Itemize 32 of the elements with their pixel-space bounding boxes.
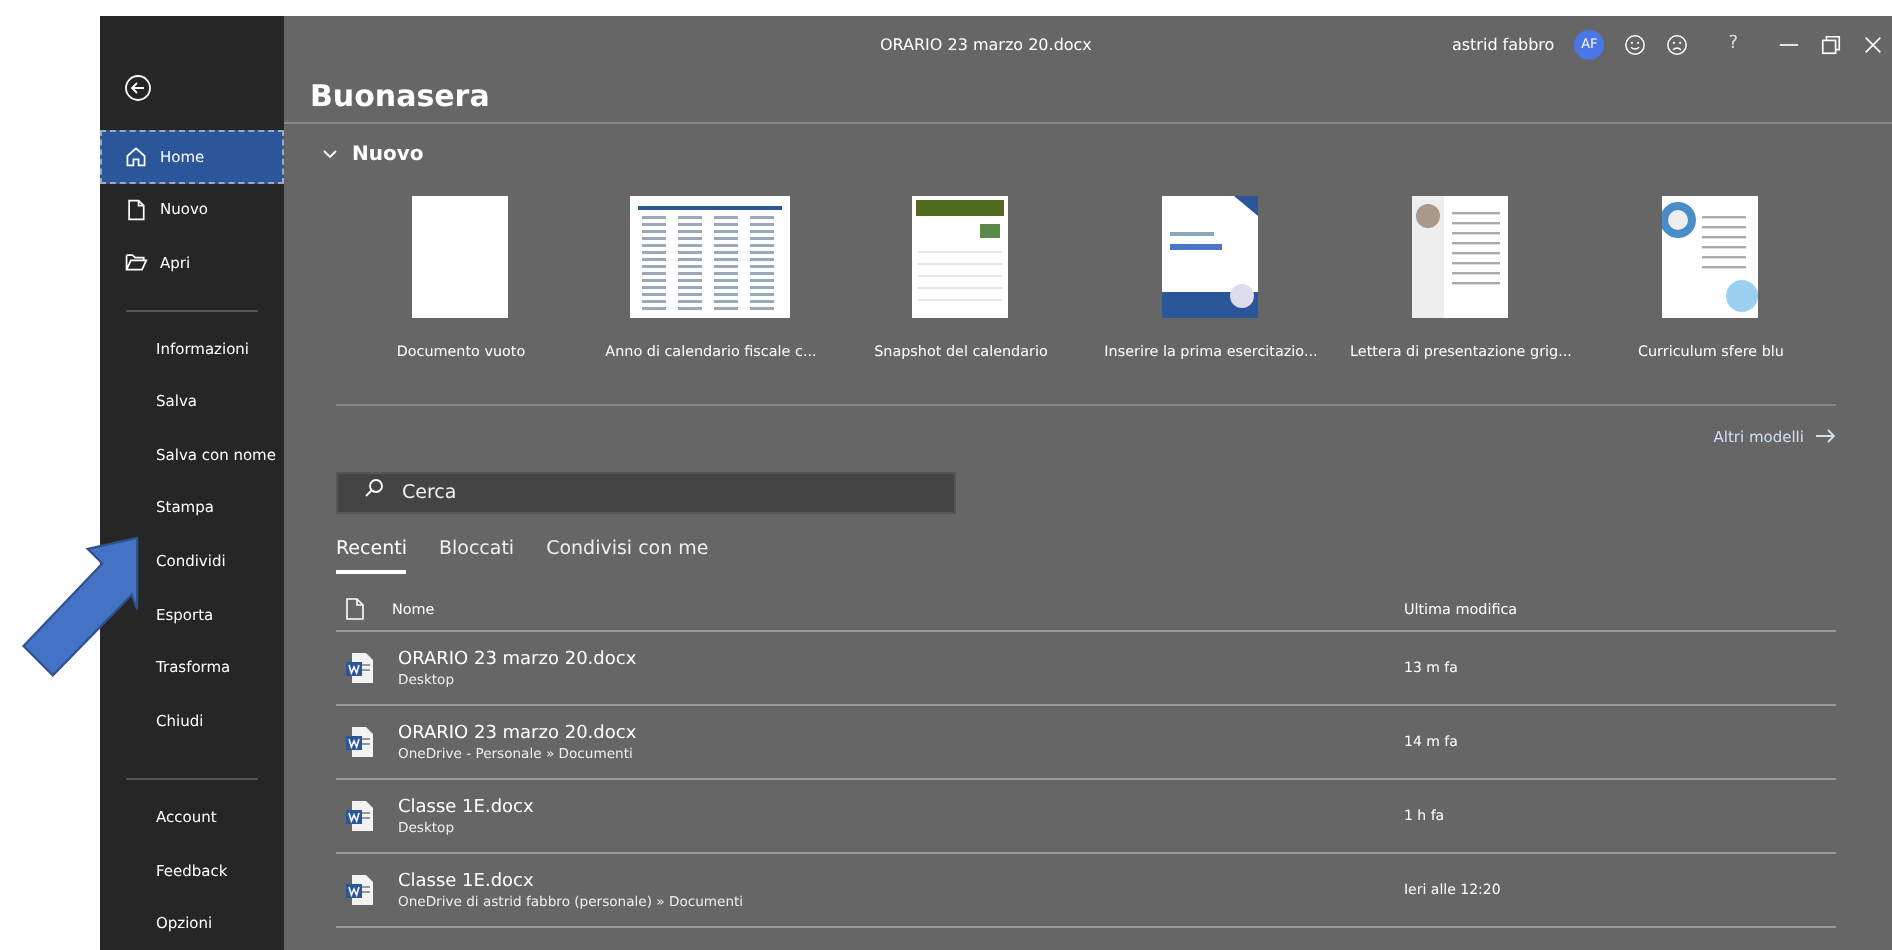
frown-icon[interactable] [1666,33,1689,55]
word-file-icon [345,800,374,832]
folder-icon [124,250,148,275]
close-icon[interactable] [1861,33,1884,55]
search-field[interactable]: Cerca [335,472,956,514]
tab[interactable]: Recenti [335,534,407,574]
user-name: astrid fabbro [1451,35,1555,53]
file-name[interactable]: ORARIO 23 marzo 20.docx [397,723,637,743]
search-icon [363,478,384,498]
cover-template-thumbnail[interactable] [1162,196,1259,318]
word-file-icon [345,726,374,758]
window-title: ORARIO 23 marzo 20.docx [879,35,1092,53]
section-toggle[interactable]: Nuovo [309,124,436,184]
word-file-icon [345,652,374,684]
blank-page-thumbnail[interactable] [412,196,509,318]
restore-icon[interactable] [1819,33,1842,55]
document-icon [345,597,364,619]
chevron-icon [321,148,338,160]
resume-template-thumbnail[interactable] [1662,196,1759,318]
home-icon [124,144,148,169]
file-name[interactable]: ORARIO 23 marzo 20.docx [397,649,637,669]
greeting-heading: Buonasera [283,72,1892,124]
back-icon[interactable] [124,74,152,102]
tab[interactable]: Bloccati [438,534,515,574]
file-name[interactable]: Classe 1E.docx [397,871,744,891]
tab[interactable]: Condivisi con me [546,534,709,574]
file-name[interactable]: Classe 1E.docx [397,797,534,817]
word-file-icon [345,874,374,906]
smile-icon[interactable] [1624,33,1647,55]
arrow-right-icon [1815,428,1836,444]
document-icon [124,197,148,222]
help-button[interactable]: ? [1728,34,1738,54]
